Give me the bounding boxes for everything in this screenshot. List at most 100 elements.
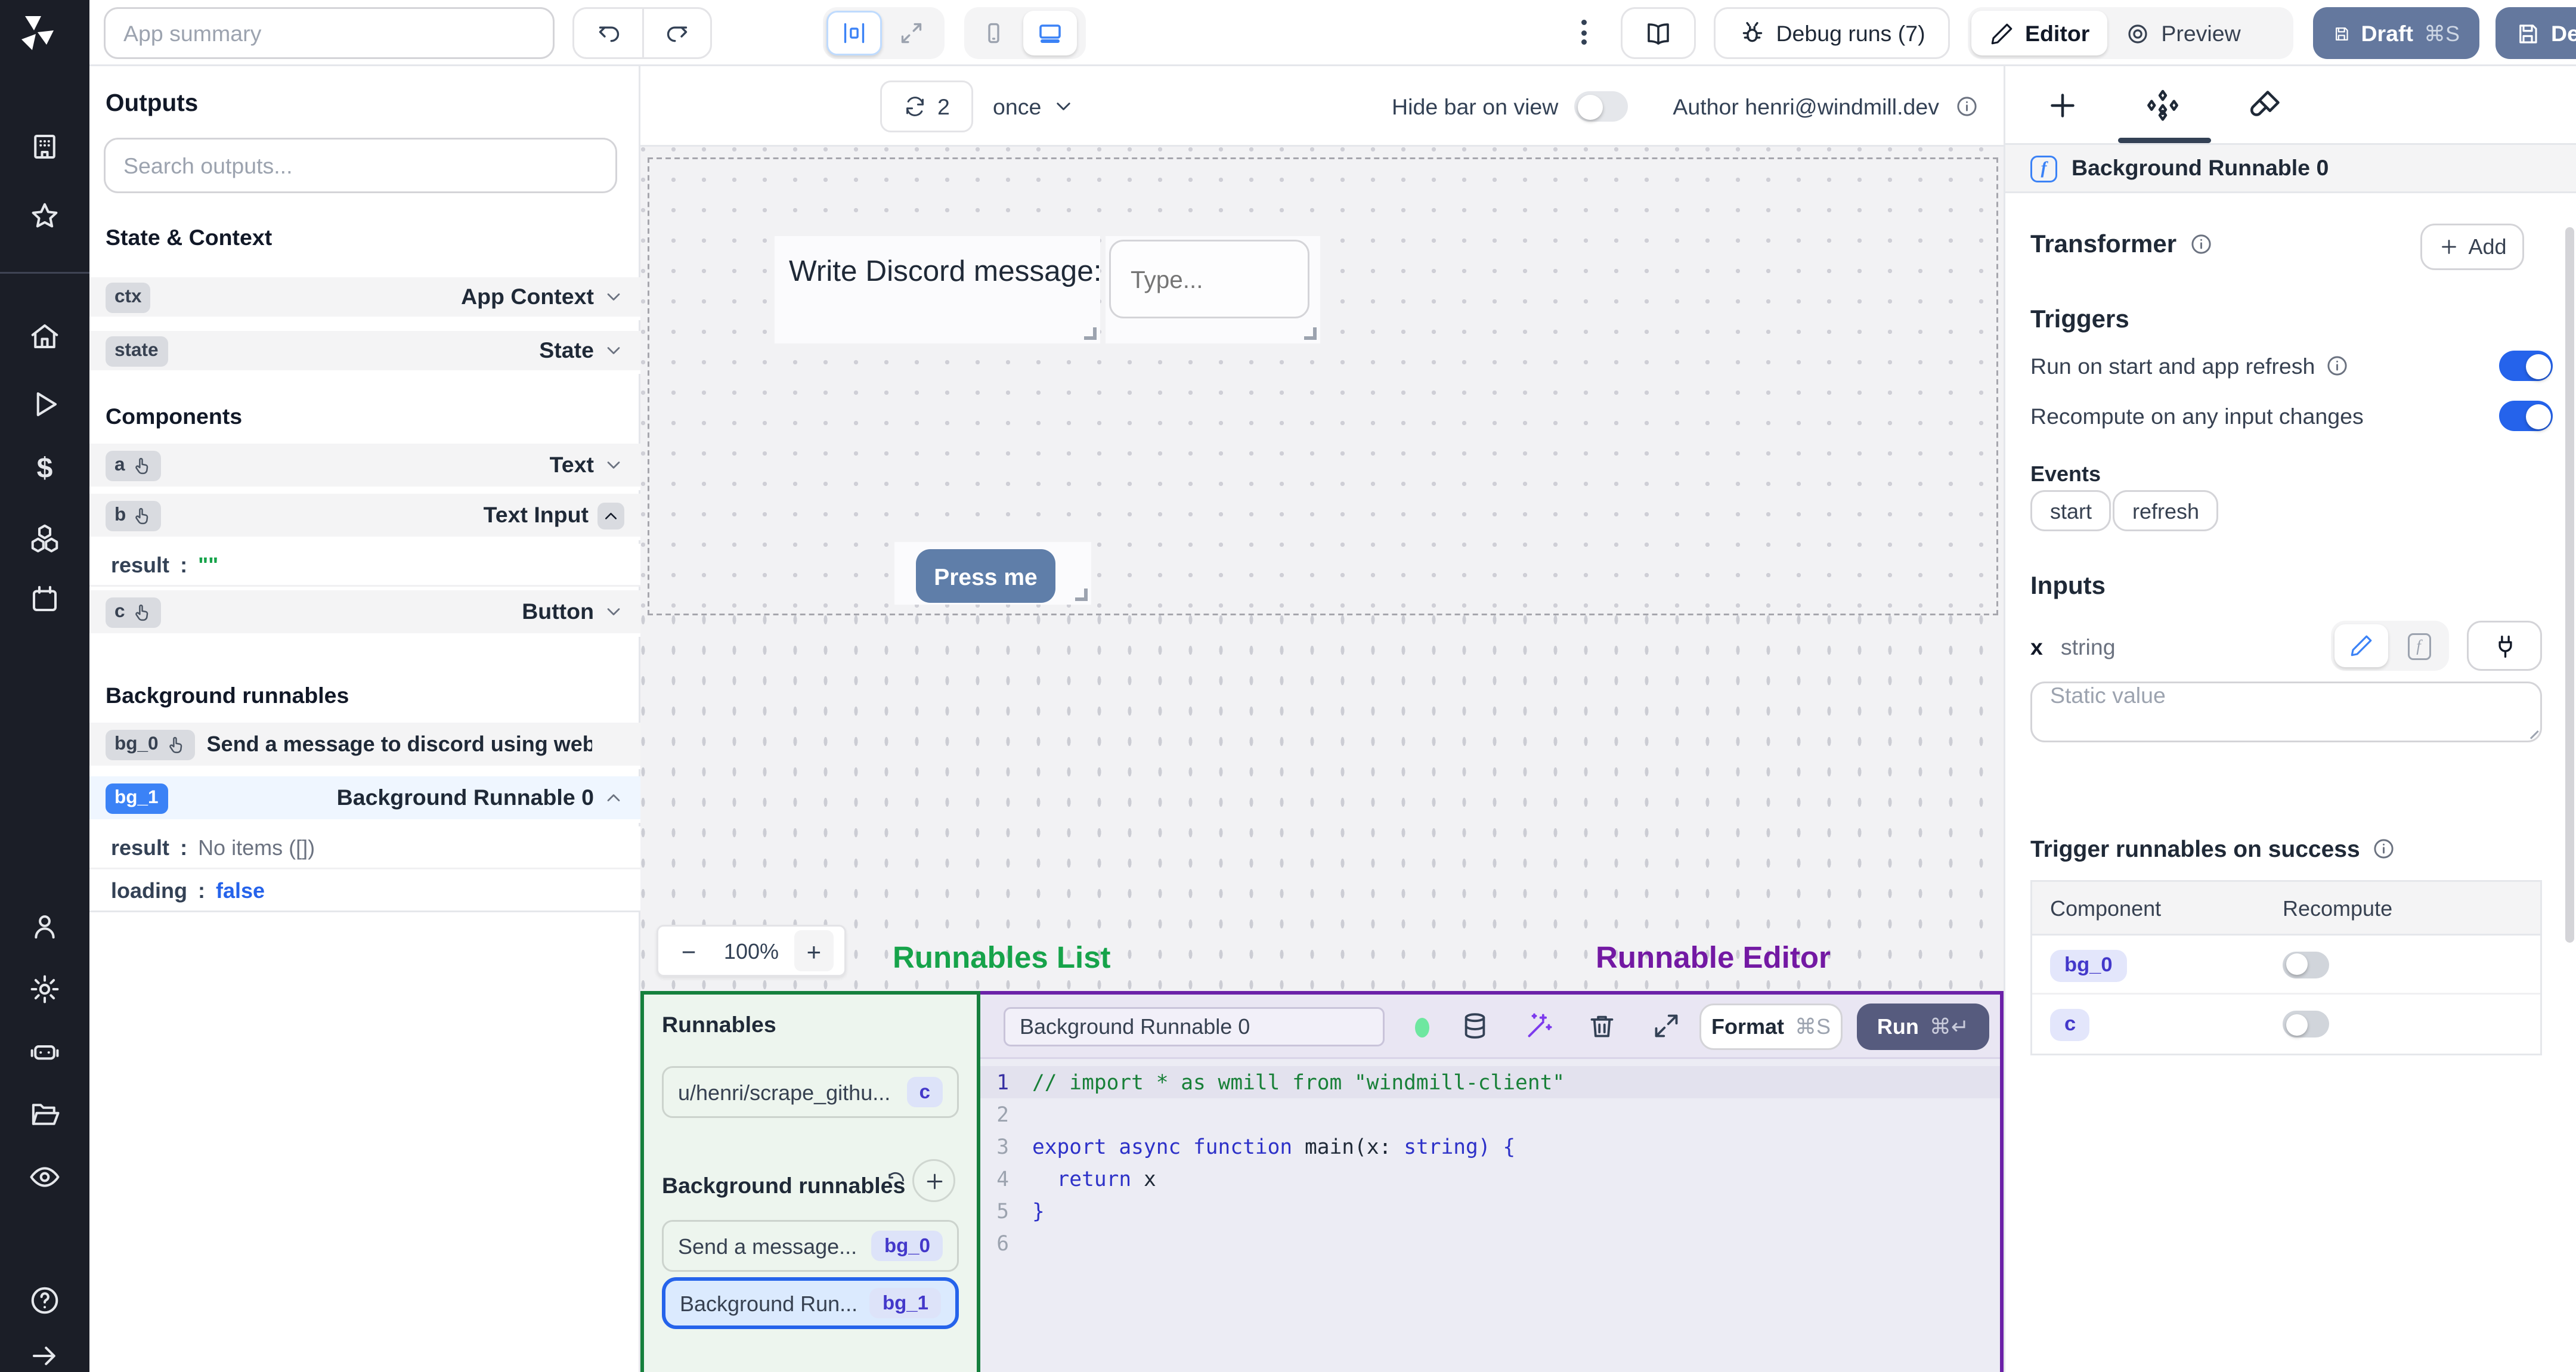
ai-wand-icon[interactable]	[1524, 1011, 1555, 1041]
run-on-start-toggle[interactable]	[2499, 351, 2553, 381]
tab-editor[interactable]: Editor	[1971, 11, 2108, 55]
variables-dollar-icon[interactable]: $	[29, 454, 61, 487]
help-icon[interactable]	[29, 1284, 61, 1317]
chevron-down-icon[interactable]	[603, 454, 624, 476]
static-pencil-icon[interactable]	[2334, 624, 2388, 667]
press-me-button[interactable]: Press me	[916, 549, 1055, 603]
search-outputs-input[interactable]	[104, 138, 617, 193]
app-summary-input[interactable]	[104, 7, 555, 59]
add-transformer-button[interactable]: Add	[2420, 224, 2524, 270]
chevron-down-icon[interactable]	[603, 340, 624, 361]
resize-handle[interactable]	[1075, 589, 1088, 601]
runnable-item-scrape[interactable]: u/henri/scrape_githu... c	[662, 1066, 959, 1118]
resources-cubes-icon[interactable]	[29, 522, 61, 555]
event-start-pill[interactable]: start	[2030, 490, 2112, 531]
code-line[interactable]: 3 export async function main(x: string) {	[980, 1131, 2000, 1163]
draft-button[interactable]: Draft ⌘S	[2313, 7, 2479, 59]
output-row-bg0[interactable]: bg_0 Send a message to discord using web…	[89, 723, 640, 769]
b-type-label: Text Input	[483, 503, 589, 528]
chevron-up-icon[interactable]	[603, 787, 624, 809]
chevron-down-icon[interactable]	[603, 601, 624, 622]
canvas-editable-area[interactable]	[648, 157, 1998, 615]
chevron-up-icon[interactable]	[597, 501, 624, 529]
bg1-loading-row[interactable]: loading : false	[89, 869, 640, 912]
refresh-count-button[interactable]: 2	[880, 80, 973, 132]
zoom-out-button[interactable]: −	[669, 930, 708, 971]
mobile-view-icon[interactable]	[968, 11, 1020, 55]
folders-icon[interactable]	[29, 1098, 61, 1131]
runnable-name-input[interactable]	[1004, 1007, 1385, 1046]
discord-message-input[interactable]	[1109, 240, 1309, 318]
tab-preview[interactable]: Preview	[2107, 11, 2258, 55]
tab-components-icon[interactable]	[2145, 88, 2181, 123]
expression-fx-icon[interactable]: f	[2392, 624, 2445, 667]
docs-book-icon[interactable]	[1621, 7, 1696, 59]
text-component[interactable]: Write Discord message:	[775, 236, 1102, 343]
static-value-input[interactable]	[2030, 682, 2542, 742]
expand-canvas-icon[interactable]	[886, 11, 937, 55]
settings-gear-icon[interactable]	[29, 973, 61, 1005]
redo-button[interactable]	[642, 9, 710, 57]
collapse-arrow-icon[interactable]	[29, 1340, 61, 1372]
center-align-icon[interactable]	[826, 11, 882, 55]
output-row-b[interactable]: b Text Input	[89, 494, 640, 540]
tab-styling-brush-icon[interactable]	[2247, 88, 2283, 123]
recompute-toggle[interactable]	[2283, 1011, 2329, 1037]
fullscreen-icon[interactable]	[1651, 1011, 1682, 1041]
info-icon[interactable]	[1955, 95, 1979, 118]
more-menu-icon[interactable]	[1581, 20, 1587, 45]
cache-db-icon[interactable]	[1460, 1011, 1490, 1041]
code-line[interactable]: 6	[980, 1227, 2000, 1259]
output-row-a[interactable]: a Text	[89, 444, 640, 490]
resize-handle[interactable]	[1304, 327, 1317, 340]
refresh-mode-dropdown[interactable]: once	[993, 80, 1075, 132]
users-icon[interactable]	[29, 910, 61, 943]
info-icon[interactable]	[2326, 354, 2349, 377]
run-button[interactable]: Run ⌘↵	[1857, 1004, 1989, 1050]
format-button[interactable]: Format ⌘S	[1699, 1004, 1843, 1050]
events-title: Events	[2030, 462, 2101, 487]
chevron-down-icon[interactable]	[603, 286, 624, 308]
schedules-calendar-icon[interactable]	[29, 583, 61, 615]
runs-play-icon[interactable]	[29, 388, 61, 420]
home-icon[interactable]	[29, 320, 61, 352]
add-runnable-button[interactable]	[912, 1159, 955, 1202]
output-row-state[interactable]: state State	[89, 331, 640, 374]
bg1-result-row[interactable]: result : No items ([])	[89, 826, 640, 869]
button-component[interactable]: Press me	[894, 542, 1091, 605]
b-result-row[interactable]: result : ""	[89, 544, 640, 587]
workers-robot-icon[interactable]	[29, 1036, 61, 1068]
scrollbar[interactable]	[2565, 227, 2574, 943]
recompute-toggle[interactable]	[2283, 950, 2329, 978]
info-icon[interactable]	[2189, 232, 2212, 255]
event-refresh-pill[interactable]: refresh	[2113, 490, 2219, 531]
desktop-view-icon[interactable]	[1023, 11, 1077, 55]
delete-trash-icon[interactable]	[1587, 1011, 1617, 1041]
audit-eye-icon[interactable]	[29, 1161, 61, 1193]
favorites-star-icon[interactable]	[29, 200, 61, 233]
resize-handle[interactable]	[1084, 327, 1097, 340]
tab-add-plus-icon[interactable]	[2045, 88, 2080, 123]
runnable-item-bg0[interactable]: Send a message... bg_0	[662, 1220, 959, 1272]
output-row-c[interactable]: c Button	[89, 590, 640, 637]
deploy-button[interactable]: Deploy	[2496, 7, 2576, 59]
debug-runs-button[interactable]: Debug runs (7)	[1714, 7, 1950, 59]
windmill-logo-icon[interactable]	[14, 11, 57, 54]
info-icon[interactable]	[2373, 837, 2396, 860]
hide-bar-toggle[interactable]	[1574, 91, 1628, 122]
output-row-bg1[interactable]: bg_1 Background Runnable 0	[89, 776, 640, 823]
c-type-label: Button	[522, 599, 594, 624]
code-line[interactable]: 5}	[980, 1195, 2000, 1227]
code-editor[interactable]: 1// import * as wmill from "windmill-cli…	[980, 1059, 2000, 1372]
code-line[interactable]: 1// import * as wmill from "windmill-cli…	[980, 1066, 2000, 1098]
undo-button[interactable]	[574, 9, 642, 57]
text-input-component[interactable]	[1106, 236, 1320, 343]
output-row-ctx[interactable]: ctx App Context	[89, 277, 640, 320]
code-line[interactable]: 4 return x	[980, 1163, 2000, 1195]
recompute-toggle[interactable]	[2499, 401, 2553, 431]
runnable-item-bg1-selected[interactable]: Background Run... bg_1	[662, 1277, 959, 1329]
code-line[interactable]: 2	[980, 1098, 2000, 1131]
workspace-icon[interactable]	[29, 131, 61, 163]
connect-plug-icon[interactable]	[2467, 621, 2542, 671]
zoom-in-button[interactable]: +	[794, 930, 834, 971]
